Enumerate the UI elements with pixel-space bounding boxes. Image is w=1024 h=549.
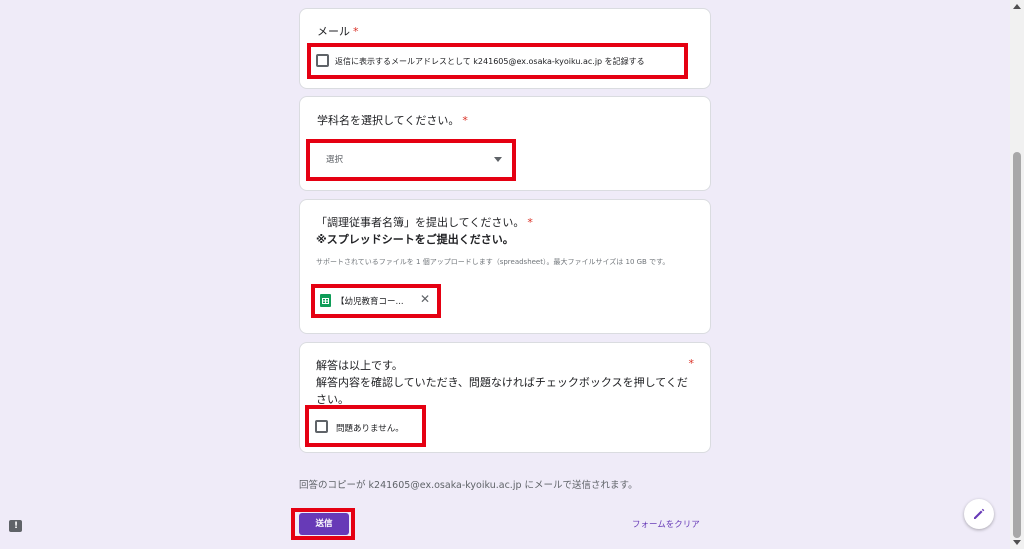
submit-button[interactable]: 送信 — [299, 513, 349, 535]
uploaded-file-chip[interactable]: 【幼児教育コー... ✕ — [318, 291, 434, 311]
scroll-up-arrow[interactable] — [1013, 4, 1021, 9]
exclamation-mark: ! — [14, 521, 19, 531]
close-icon[interactable]: ✕ — [420, 293, 430, 305]
upload-title-line1: 「調理従事者名簿」を提出してください。 — [316, 216, 525, 229]
confirm-line1: 解答は以上です。 — [316, 359, 403, 372]
required-mark: * — [353, 25, 359, 38]
department-select-value: 選択 — [326, 155, 344, 165]
required-mark: * — [527, 216, 533, 229]
required-mark: * — [688, 357, 695, 370]
confirm-line2: 解答内容を確認していただき、問題なければチェックボックスを押してください。 — [316, 376, 688, 407]
email-question-title: メール * — [317, 23, 359, 40]
confirm-question-card: 解答は以上です。 解答内容を確認していただき、問題なければチェックボックスを押し… — [299, 342, 711, 453]
edit-button[interactable] — [964, 499, 994, 529]
uploaded-file-name: 【幼児教育コー... — [336, 297, 404, 307]
submit-button-label: 送信 — [315, 519, 333, 529]
department-question-title: 学科名を選択してください。 * — [317, 112, 468, 129]
upload-question-title: 「調理従事者名簿」を提出してください。 * ※スプレッドシートをご提出ください。 — [316, 214, 533, 248]
upload-question-card: 「調理従事者名簿」を提出してください。 * ※スプレッドシートをご提出ください。 … — [299, 199, 711, 334]
google-sheets-icon — [320, 294, 331, 307]
caret-down-icon — [494, 157, 502, 162]
required-mark: * — [462, 114, 468, 127]
email-question-card: メール * 返信に表示するメールアドレスとして k241605@ex.osaka-… — [299, 8, 711, 89]
email-title-text: メール — [317, 25, 350, 38]
upload-hint: サポートされているファイルを 1 個アップロードします（spreadsheet）… — [316, 258, 670, 266]
clear-form-button[interactable]: フォームをクリア — [632, 518, 700, 530]
pencil-icon — [972, 506, 986, 525]
confirm-question-title: 解答は以上です。 解答内容を確認していただき、問題なければチェックボックスを押し… — [316, 357, 691, 408]
department-select[interactable]: 選択 — [314, 146, 508, 174]
upload-title-line2: ※スプレッドシートをご提出ください。 — [316, 233, 514, 247]
department-question-card: 学科名を選択してください。 * 選択 — [299, 96, 711, 191]
scrollbar-thumb[interactable] — [1013, 152, 1021, 538]
record-email-checkbox[interactable] — [316, 54, 329, 67]
copy-notice: 回答のコピーが k241605@ex.osaka-kyoiku.ac.jp にメ… — [299, 480, 638, 491]
scroll-down-arrow[interactable] — [1013, 540, 1021, 545]
no-problem-label[interactable]: 問題ありません。 — [336, 422, 404, 434]
department-title-text: 学科名を選択してください。 — [317, 114, 460, 127]
no-problem-checkbox[interactable] — [315, 420, 328, 433]
record-email-label[interactable]: 返信に表示するメールアドレスとして k241605@ex.osaka-kyoik… — [335, 56, 645, 67]
report-issue-icon[interactable]: ! — [9, 520, 22, 532]
